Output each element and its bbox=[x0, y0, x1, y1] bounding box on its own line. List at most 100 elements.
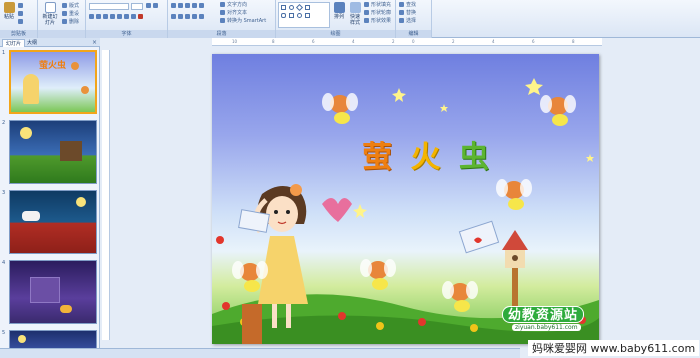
slide-number: 5 bbox=[2, 330, 6, 336]
arrange-button[interactable]: 排列 bbox=[332, 2, 346, 20]
flower-icon bbox=[338, 312, 346, 320]
scissors-icon bbox=[18, 3, 23, 8]
vertical-ruler[interactable] bbox=[102, 50, 110, 340]
columns-icon bbox=[199, 14, 204, 19]
clipboard-group: 粘贴 剪贴板 bbox=[0, 0, 38, 38]
reset-button[interactable]: 重设 bbox=[62, 11, 79, 17]
close-pane-icon[interactable]: × bbox=[92, 39, 97, 46]
replace-button[interactable]: 替换 bbox=[399, 10, 416, 16]
star-icon bbox=[353, 204, 367, 218]
house-icon bbox=[60, 141, 82, 161]
flower-icon bbox=[376, 322, 384, 330]
firefly-icon bbox=[71, 62, 79, 70]
cut-button[interactable] bbox=[18, 3, 25, 9]
site-logo-url: ziyuan.baby611.com bbox=[512, 324, 581, 331]
select-icon bbox=[399, 18, 404, 23]
align-buttons[interactable] bbox=[171, 14, 206, 20]
case-icon bbox=[131, 14, 136, 19]
star-icon bbox=[586, 154, 594, 162]
slide-canvas[interactable]: 萤 火 虫 幼教资源站 ziyuan.baby611.com bbox=[212, 54, 599, 344]
flower-icon bbox=[418, 318, 426, 326]
slide-number: 3 bbox=[2, 190, 6, 196]
copy-button[interactable] bbox=[18, 11, 25, 17]
moon-icon bbox=[18, 335, 26, 343]
shadow-icon bbox=[117, 14, 122, 19]
circle-shape-icon bbox=[297, 13, 302, 18]
slides-group: 新建幻灯片 版式 重设 删除 bbox=[38, 0, 86, 38]
grow-font-button[interactable] bbox=[146, 3, 160, 9]
slide-number: 2 bbox=[2, 120, 6, 126]
firefly-icon bbox=[540, 95, 576, 126]
slide-title[interactable]: 萤 火 虫 bbox=[362, 132, 493, 176]
drawing-group: 排列 快速样式 形状填充 形状轮廓 形状效果 绘图 bbox=[276, 0, 396, 38]
title-char: 虫 bbox=[458, 140, 493, 175]
align-left-icon bbox=[171, 14, 176, 19]
clipboard-group-label: 剪贴板 bbox=[0, 30, 37, 38]
align-text-icon bbox=[220, 10, 225, 15]
italic-icon bbox=[96, 14, 101, 19]
shapes-gallery[interactable] bbox=[278, 2, 330, 28]
text-direction-button[interactable]: 文字方向 bbox=[220, 2, 247, 8]
line-spacing-icon bbox=[199, 3, 204, 8]
smartart-icon bbox=[220, 18, 225, 23]
flower-icon bbox=[470, 324, 478, 332]
bullets-icon bbox=[171, 3, 176, 8]
status-bar bbox=[0, 348, 520, 358]
shape-effects-button[interactable]: 形状效果 bbox=[364, 18, 391, 24]
slide-number: 4 bbox=[2, 260, 6, 266]
find-button[interactable]: 查找 bbox=[399, 2, 416, 8]
format-painter-button[interactable] bbox=[18, 19, 25, 25]
font-name-box[interactable] bbox=[89, 3, 129, 10]
numbering-icon bbox=[178, 3, 183, 8]
outdent-icon bbox=[192, 3, 197, 8]
new-slide-icon bbox=[44, 2, 56, 13]
animal-icon bbox=[22, 211, 40, 221]
align-right-icon bbox=[185, 14, 190, 19]
tree-stump bbox=[242, 304, 262, 344]
tab-slides[interactable]: 幻灯片 bbox=[2, 39, 26, 47]
grow-font-icon bbox=[146, 3, 151, 8]
firefly-icon bbox=[322, 93, 358, 124]
editing-group-label: 编辑 bbox=[396, 30, 431, 38]
font-group: 字体 bbox=[86, 0, 168, 38]
firefly-icon bbox=[496, 179, 532, 210]
find-icon bbox=[399, 2, 404, 7]
tab-outline[interactable]: 大纲 bbox=[24, 39, 40, 47]
align-text-button[interactable]: 对齐文本 bbox=[220, 10, 247, 16]
font-size-box[interactable] bbox=[131, 3, 143, 10]
delete-button[interactable]: 删除 bbox=[62, 19, 79, 25]
powerpoint-window: 粘贴 剪贴板 新建幻灯片 版式 重设 删除 字体 文字方向 对齐文本 转换为 S… bbox=[0, 0, 700, 358]
horizontal-ruler[interactable]: 10 8 6 420 2468 bbox=[212, 38, 602, 46]
diamond-shape-icon bbox=[295, 3, 304, 12]
list-buttons[interactable] bbox=[171, 3, 206, 9]
firefly-icon bbox=[81, 86, 89, 94]
shape-outline-button[interactable]: 形状轮廓 bbox=[364, 10, 391, 16]
thumbnail-image bbox=[9, 260, 97, 324]
title-char: 萤 bbox=[362, 140, 396, 175]
indent-icon bbox=[185, 3, 190, 8]
new-slide-button[interactable]: 新建幻灯片 bbox=[41, 2, 59, 26]
bold-button[interactable] bbox=[89, 14, 145, 20]
watermark-text: 妈咪爱婴网 www.baby611.com bbox=[528, 340, 700, 356]
layout-button[interactable]: 版式 bbox=[62, 3, 79, 9]
delete-icon bbox=[62, 19, 67, 24]
quick-styles-icon bbox=[349, 2, 361, 13]
select-button[interactable]: 选择 bbox=[399, 18, 416, 24]
slides-group-label bbox=[38, 30, 85, 38]
slide-artwork bbox=[212, 78, 599, 344]
underline-icon bbox=[103, 14, 108, 19]
paragraph-group-label: 段落 bbox=[168, 30, 275, 38]
house-icon bbox=[30, 277, 60, 303]
smartart-button[interactable]: 转换为 SmartArt bbox=[220, 18, 266, 24]
pane-tabs: 幻灯片 大纲 × bbox=[0, 38, 100, 47]
justify-icon bbox=[192, 14, 197, 19]
rectangle-shape-icon bbox=[281, 5, 286, 10]
envelope-icon bbox=[458, 220, 500, 254]
arrange-icon bbox=[333, 2, 345, 13]
paste-button[interactable]: 粘贴 bbox=[2, 2, 16, 20]
shape-fill-button[interactable]: 形状填充 bbox=[364, 2, 391, 8]
heart-icon bbox=[322, 198, 352, 222]
quick-styles-button[interactable]: 快速样式 bbox=[348, 2, 362, 26]
brush-icon bbox=[18, 19, 23, 24]
flower-icon bbox=[222, 302, 230, 310]
